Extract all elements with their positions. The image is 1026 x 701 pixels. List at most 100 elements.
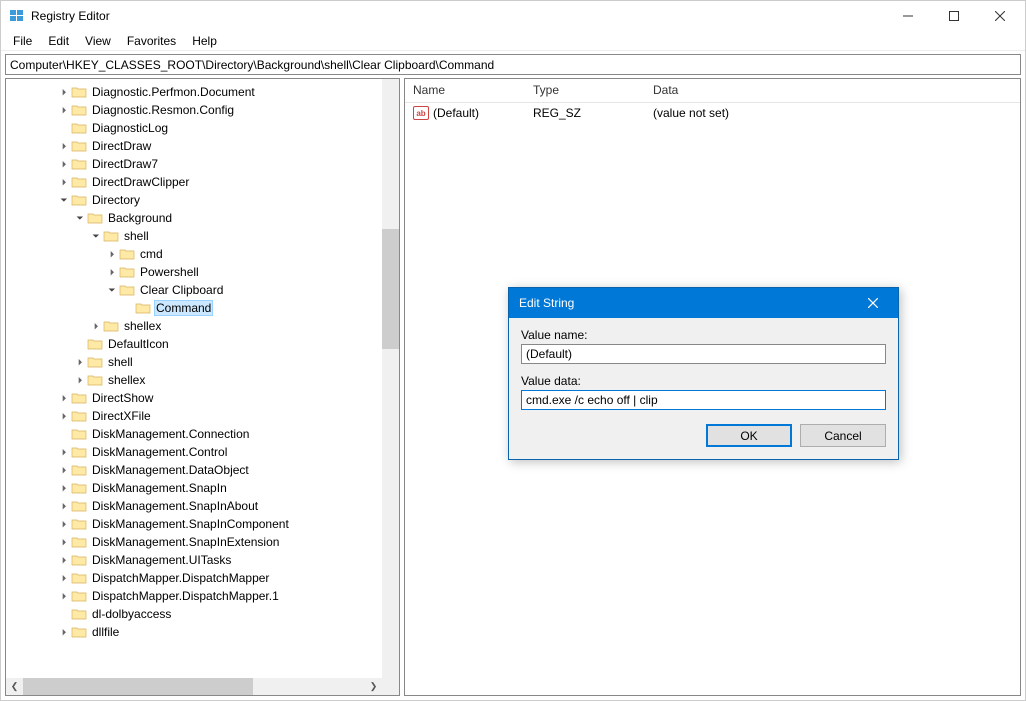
titlebar: Registry Editor [1, 1, 1025, 31]
chevron-right-icon[interactable]: ⏵ [58, 87, 70, 98]
tree-item[interactable]: DiskManagement.Connection [6, 425, 399, 443]
menu-favorites[interactable]: Favorites [119, 32, 184, 50]
tree-item[interactable]: ⏵DiskManagement.SnapInAbout [6, 497, 399, 515]
tree-item[interactable]: DefaultIcon [6, 335, 399, 353]
folder-icon [103, 229, 119, 243]
tree-item[interactable]: ⏵DirectDraw7 [6, 155, 399, 173]
tree-item[interactable]: ⏵shell [6, 353, 399, 371]
tree-item[interactable]: ⏵DiskManagement.SnapInComponent [6, 515, 399, 533]
folder-icon [71, 535, 87, 549]
tree-item[interactable]: ⏵Powershell [6, 263, 399, 281]
tree-item-label: DirectXFile [90, 409, 153, 423]
chevron-right-icon[interactable]: ⏵ [74, 357, 86, 368]
tree-item[interactable]: ⏵shellex [6, 317, 399, 335]
chevron-right-icon[interactable]: ⏵ [74, 375, 86, 386]
tree-item[interactable]: Command [6, 299, 399, 317]
folder-icon [71, 571, 87, 585]
menu-file[interactable]: File [5, 32, 40, 50]
tree-item-label: shell [122, 229, 151, 243]
tree-item[interactable]: ⏵DirectShow [6, 389, 399, 407]
minimize-button[interactable] [885, 1, 931, 31]
maximize-button[interactable] [931, 1, 977, 31]
folder-icon [71, 139, 87, 153]
tree-item[interactable]: ⏵Diagnostic.Perfmon.Document [6, 83, 399, 101]
menu-help[interactable]: Help [184, 32, 225, 50]
tree-item[interactable]: ⏵DispatchMapper.DispatchMapper [6, 569, 399, 587]
scroll-left-button[interactable]: ❮ [6, 678, 23, 695]
horizontal-scrollbar-thumb[interactable] [23, 678, 253, 695]
tree-item[interactable]: ⏵ dllfile [6, 623, 399, 641]
tree-item[interactable]: DiagnosticLog [6, 119, 399, 137]
tree-item[interactable]: ⏵DiskManagement.DataObject [6, 461, 399, 479]
horizontal-scrollbar[interactable]: ❮ ❯ [6, 678, 382, 695]
menu-view[interactable]: View [77, 32, 119, 50]
folder-icon [87, 355, 103, 369]
value-name-input[interactable] [521, 344, 886, 364]
cancel-button[interactable]: Cancel [800, 424, 886, 447]
tree-item[interactable]: ⏵ DispatchMapper.DispatchMapper.1 [6, 587, 399, 605]
tree-item[interactable]: ⏷Background [6, 209, 399, 227]
chevron-right-icon[interactable]: ⏵ [58, 501, 70, 512]
tree-item[interactable]: ⏵DirectDrawClipper [6, 173, 399, 191]
chevron-right-icon[interactable]: ⏵ [58, 627, 70, 638]
tree-item-label: dllfile [90, 625, 121, 639]
tree-item[interactable]: ⏵ DirectXFile [6, 407, 399, 425]
tree-item[interactable]: ⏵cmd [6, 245, 399, 263]
list-row[interactable]: ab (Default) REG_SZ (value not set) [405, 103, 1020, 123]
tree-item[interactable]: ⏷Clear Clipboard [6, 281, 399, 299]
column-data[interactable]: Data [645, 79, 1020, 102]
chevron-right-icon[interactable]: ⏵ [58, 393, 70, 404]
tree-item[interactable]: ⏵ DiskManagement.SnapInExtension [6, 533, 399, 551]
tree-item-label: DispatchMapper.DispatchMapper.1 [90, 589, 281, 603]
folder-icon [71, 445, 87, 459]
chevron-right-icon[interactable]: ⏵ [58, 573, 70, 584]
chevron-right-icon[interactable]: ⏵ [58, 465, 70, 476]
tree-item[interactable]: ⏵shellex [6, 371, 399, 389]
chevron-right-icon[interactable]: ⏵ [58, 177, 70, 188]
chevron-right-icon[interactable]: ⏵ [58, 105, 70, 116]
tree-item[interactable]: ⏵Diagnostic.Resmon.Config [6, 101, 399, 119]
tree-item[interactable]: dl-dolbyaccess [6, 605, 399, 623]
chevron-down-icon[interactable]: ⏷ [90, 231, 102, 242]
chevron-right-icon[interactable]: ⏵ [58, 555, 70, 566]
tree-item[interactable]: ⏵DiskManagement.Control [6, 443, 399, 461]
tree-item[interactable]: ⏷ shell [6, 227, 399, 245]
close-button[interactable] [977, 1, 1023, 31]
value-data-label: Value data: [521, 374, 886, 388]
vertical-scrollbar[interactable] [382, 79, 399, 678]
folder-icon [87, 373, 103, 387]
chevron-right-icon[interactable]: ⏵ [58, 411, 70, 422]
scroll-right-button[interactable]: ❯ [365, 678, 382, 695]
chevron-right-icon[interactable]: ⏵ [58, 519, 70, 530]
dialog-close-button[interactable] [858, 288, 888, 318]
chevron-right-icon[interactable]: ⏵ [58, 447, 70, 458]
tree-item-label: DiskManagement.SnapInExtension [90, 535, 281, 549]
value-data-input[interactable] [521, 390, 886, 410]
tree-body[interactable]: ⏵Diagnostic.Perfmon.Document⏵Diagnostic.… [6, 79, 399, 695]
menu-edit[interactable]: Edit [40, 32, 77, 50]
chevron-right-icon[interactable]: ⏵ [106, 267, 118, 278]
tree-item-label: DefaultIcon [106, 337, 171, 351]
vertical-scrollbar-thumb[interactable] [382, 229, 399, 349]
value-name-cell: ab (Default) [405, 106, 525, 120]
dialog-titlebar[interactable]: Edit String [509, 288, 898, 318]
ok-button[interactable]: OK [706, 424, 792, 447]
chevron-down-icon[interactable]: ⏷ [106, 285, 118, 296]
column-name[interactable]: Name [405, 79, 525, 102]
column-type[interactable]: Type [525, 79, 645, 102]
tree-item[interactable]: ⏵DirectDraw [6, 137, 399, 155]
chevron-down-icon[interactable]: ⏷ [58, 195, 70, 206]
tree-item[interactable]: ⏵DiskManagement.UITasks [6, 551, 399, 569]
chevron-down-icon[interactable]: ⏷ [74, 213, 86, 224]
chevron-right-icon[interactable]: ⏵ [58, 483, 70, 494]
tree-item[interactable]: ⏵DiskManagement.SnapIn [6, 479, 399, 497]
tree-item[interactable]: ⏷Directory [6, 191, 399, 209]
chevron-right-icon[interactable]: ⏵ [90, 321, 102, 332]
value-data-cell: (value not set) [645, 106, 1020, 120]
chevron-right-icon[interactable]: ⏵ [58, 537, 70, 548]
address-bar[interactable]: Computer\HKEY_CLASSES_ROOT\Directory\Bac… [5, 54, 1021, 75]
chevron-right-icon[interactable]: ⏵ [58, 591, 70, 602]
chevron-right-icon[interactable]: ⏵ [58, 141, 70, 152]
chevron-right-icon[interactable]: ⏵ [106, 249, 118, 260]
chevron-right-icon[interactable]: ⏵ [58, 159, 70, 170]
